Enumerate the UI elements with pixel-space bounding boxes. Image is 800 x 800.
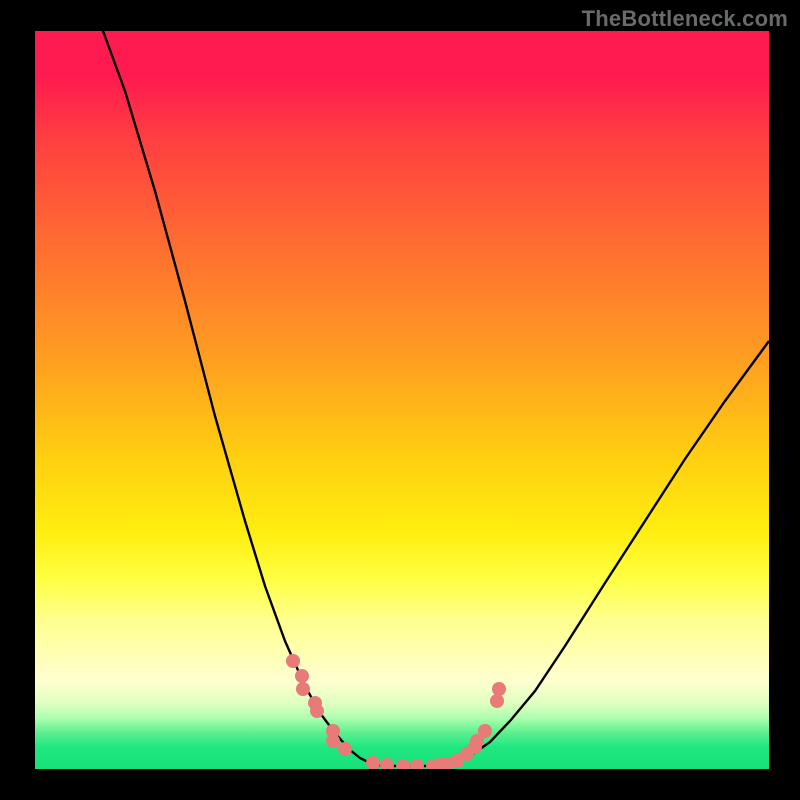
data-dot bbox=[338, 742, 352, 756]
data-dot bbox=[366, 756, 380, 769]
data-dot bbox=[396, 759, 410, 769]
data-dot bbox=[296, 682, 310, 696]
curve-layer bbox=[35, 31, 769, 769]
data-dot bbox=[410, 759, 424, 769]
data-dots bbox=[286, 654, 506, 769]
data-dot bbox=[326, 734, 340, 748]
data-dot bbox=[295, 669, 309, 683]
data-dot bbox=[490, 694, 504, 708]
data-dot bbox=[310, 704, 324, 718]
data-dot bbox=[380, 758, 394, 769]
outer-frame: TheBottleneck.com bbox=[0, 0, 800, 800]
plot-area bbox=[35, 31, 769, 769]
data-dot bbox=[492, 682, 506, 696]
data-dot bbox=[286, 654, 300, 668]
attribution-text: TheBottleneck.com bbox=[582, 6, 788, 32]
data-dot bbox=[478, 724, 492, 738]
bottleneck-curve bbox=[103, 31, 769, 766]
